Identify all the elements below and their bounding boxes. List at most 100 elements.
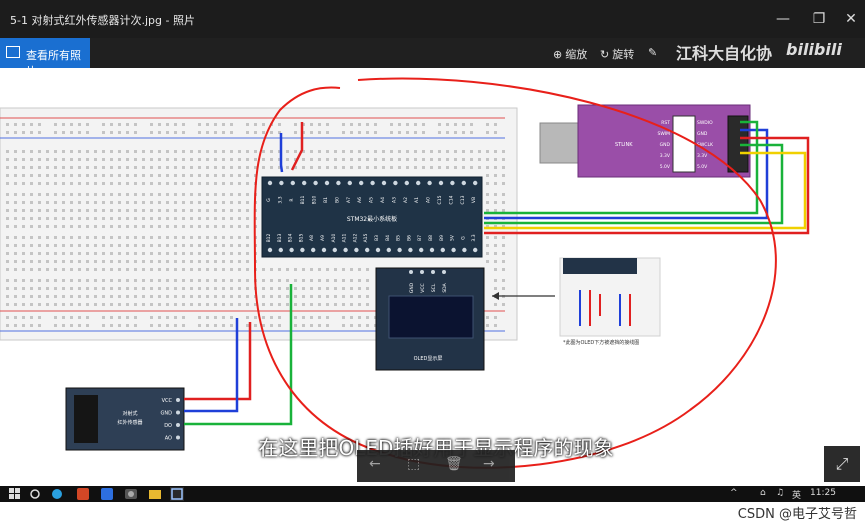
csdn-credit-bar: CSDN @电子艾号哲 xyxy=(0,502,865,522)
stm32-label: STM32最小系统板 xyxy=(347,215,397,223)
stm32-top-pin-label: 3.3 xyxy=(277,196,283,203)
stm32-bottom-pin xyxy=(440,247,445,253)
stm32-bottom-pin-label: B15 xyxy=(298,233,304,242)
usb-plug xyxy=(539,122,581,164)
stlink-right-pin-label: GND xyxy=(697,131,708,137)
stm32-bottom-pin xyxy=(343,247,348,253)
zoom-button[interactable]: ⊕ 缩放 xyxy=(553,46,587,62)
sensor-pin-label: DO xyxy=(164,423,172,429)
stlink-left-pin-label: 3.3V xyxy=(660,153,671,159)
photo-canvas[interactable]: G 3.3 R B11 B10 B1 B0 A7 A6 A5 A4 A3 A2 A1 A0 C15 C14 C13… xyxy=(0,68,865,486)
rotate-button[interactable]: ↻ 旋转 xyxy=(600,46,634,62)
stm32-top-pin-label: B1 xyxy=(323,197,329,203)
stm32-bottom-pin-label: B8 xyxy=(428,235,434,241)
clock[interactable]: 11:25 xyxy=(810,488,836,498)
stm32-bottom-pin-label: A15 xyxy=(363,233,369,242)
stm32-bottom-pin xyxy=(429,247,435,253)
network-icon[interactable]: ⌂ xyxy=(760,488,766,498)
stm32-bottom-pin xyxy=(354,247,359,253)
wiring-diagram: G 3.3 R B11 B10 B1 B0 A7 A6 A5 A4 A3 A2 A1 A0 C15 C14 C13… xyxy=(0,77,810,469)
stm32-top-pin-label: A1 xyxy=(414,197,420,203)
ime-indicator[interactable]: 英 xyxy=(792,488,801,501)
stm32-top-pin xyxy=(393,180,398,186)
stm32-top-pin xyxy=(290,180,295,186)
edit-icon[interactable]: ✎ xyxy=(648,46,657,59)
stm32-bottom-pin-label: B12 xyxy=(266,233,272,242)
stm32-bottom-pin xyxy=(321,247,327,253)
stm32-top-pin xyxy=(279,180,284,186)
stm32-bottom-pin xyxy=(397,247,402,253)
stm32-bottom-pin xyxy=(300,247,305,253)
stm32-bottom-pin xyxy=(311,247,316,253)
bilibili-logo: bilibili xyxy=(786,40,842,59)
previous-icon[interactable]: ← xyxy=(369,456,381,472)
stm32-top-pin-label: C14 xyxy=(448,195,454,204)
stm32-top-pin-label: B0 xyxy=(334,197,340,203)
stm32-top-pin-label: G xyxy=(266,198,272,202)
edge-icon[interactable] xyxy=(50,487,64,501)
windows-start-icon[interactable] xyxy=(8,487,22,501)
stm32-bottom-pin-label: A9 xyxy=(320,235,326,241)
stm32-bottom-pin-label: B13 xyxy=(277,233,283,242)
stm32-bottom-pin xyxy=(419,247,424,253)
stm32-top-pin xyxy=(416,180,421,186)
stm32-top-pin xyxy=(370,180,375,186)
stlink-right-pin-label: 3.3V xyxy=(697,153,708,159)
sensor-pin xyxy=(176,398,180,402)
image-nav-controls: ← ⬚ 🗑 → xyxy=(357,450,515,482)
slideshow-icon[interactable]: ⬚ xyxy=(407,456,420,472)
stm32-bottom-pin-label: A10 xyxy=(331,233,337,242)
zoom-icon: ⊕ xyxy=(553,48,563,61)
volume-icon[interactable]: ♫ xyxy=(776,488,784,498)
zoom-label: 缩放 xyxy=(565,48,588,61)
tray-overflow-icon[interactable]: ^ xyxy=(730,488,738,498)
stm32-top-pin xyxy=(381,180,387,186)
search-icon[interactable] xyxy=(28,487,42,501)
stm32-top-pin xyxy=(336,180,341,186)
stm32-bottom-pin xyxy=(267,247,273,253)
minimize-button[interactable]: — xyxy=(770,6,796,32)
stm32-bottom-pin xyxy=(462,247,467,253)
app-icon[interactable] xyxy=(100,487,114,501)
oled-pin-label: SDA xyxy=(442,282,448,292)
stlink-right-pin-label: SWDIO xyxy=(697,120,713,126)
delete-icon[interactable]: 🗑 xyxy=(445,456,463,472)
sensor-pin-label: VCC xyxy=(162,398,173,404)
stm32-bottom-pin-label: 5V xyxy=(450,234,456,241)
photo-icon xyxy=(6,46,20,58)
title-bar: 5-1 对射式红外传感器计次.jpg - 照片 — ❐ ✕ xyxy=(0,0,865,38)
file-explorer-icon[interactable] xyxy=(148,487,162,501)
stlink-left-pin-label: 5.0V xyxy=(660,164,671,170)
oled-label: OLED显示屏 xyxy=(414,356,443,362)
fullscreen-button[interactable]: ⤢ xyxy=(824,446,860,482)
stm32-top-pin xyxy=(313,180,318,186)
photo-toolbar: 查看所有照片 ⊕缩放 ↻旋转 ✎ 江科大自化协 bilibili xyxy=(0,38,865,78)
sensor-label-line2: 红外传感器 xyxy=(117,419,142,426)
camera-app-icon[interactable] xyxy=(124,487,138,501)
window-title: 5-1 对射式红外传感器计次.jpg - 照片 xyxy=(10,14,195,27)
stlink-left-pin-label: SWIM xyxy=(657,131,670,137)
stm32-bottom-pin xyxy=(365,247,370,253)
stm32-bottom-pin xyxy=(375,247,381,253)
maximize-button[interactable]: ❐ xyxy=(806,6,832,32)
stm32-bottom-pin xyxy=(332,247,337,253)
stm32-top-pin xyxy=(404,180,409,186)
close-button[interactable]: ✕ xyxy=(838,6,864,32)
stm32-top-pin xyxy=(302,180,307,186)
sensor-label-line1: 对射式 xyxy=(122,410,137,417)
stlink-left-pin-label: RST xyxy=(661,120,670,126)
stm32-bottom-pin-label: B9 xyxy=(439,235,445,241)
next-icon[interactable]: → xyxy=(483,456,495,472)
photos-app-icon[interactable] xyxy=(170,487,184,501)
view-all-photos-button[interactable]: 查看所有照片 xyxy=(0,38,90,78)
stm32-top-pin-label: A6 xyxy=(357,197,363,203)
stlink-label: STLINK xyxy=(615,142,633,148)
powerpoint-icon[interactable] xyxy=(76,487,90,501)
stm32-bottom-pin-label: B6 xyxy=(406,235,412,241)
stlink-right-pin-label: 5.0V xyxy=(697,164,708,170)
stm32-bottom-pin-label: A11 xyxy=(342,233,348,242)
oled-pin xyxy=(420,270,424,274)
stm32-bottom-pin-label: B14 xyxy=(288,233,294,242)
stm32-top-pin xyxy=(427,180,432,186)
oled-pin-label: SCL xyxy=(431,283,437,292)
